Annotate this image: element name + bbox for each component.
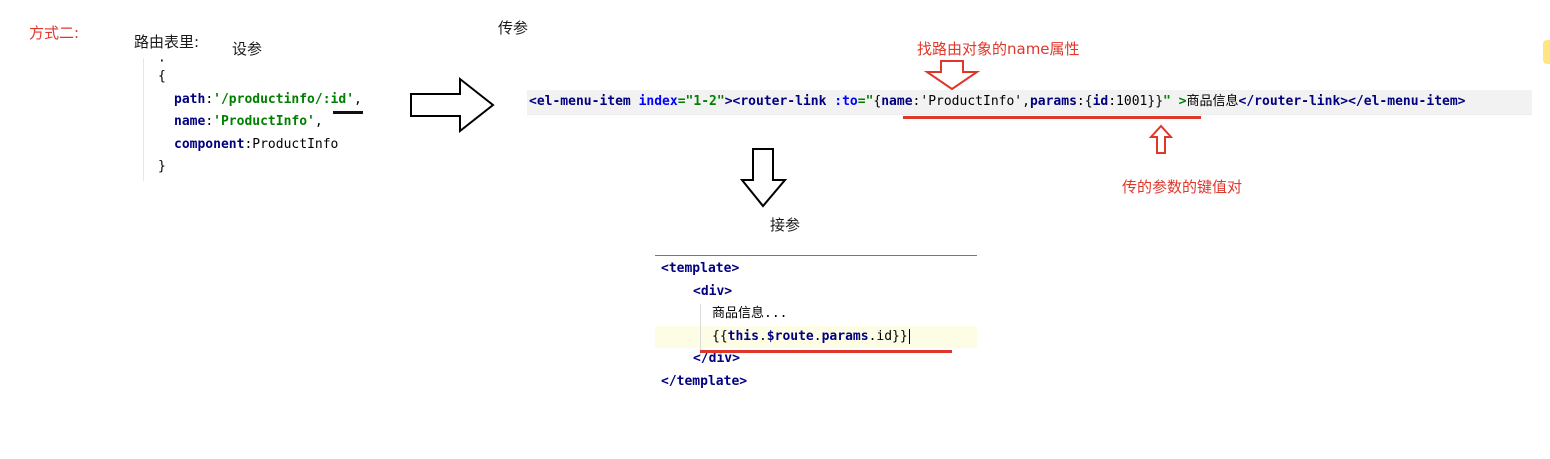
name-value: 'ProductInfo': [213, 114, 315, 129]
mustache-underline: [700, 350, 952, 353]
name-annotation: 找路由对象的name属性: [917, 40, 1080, 58]
path-suffix: ': [346, 91, 355, 107]
set-param-label: 设参: [232, 40, 263, 58]
mustache-close: }}: [892, 328, 908, 344]
code-line-component: component:ProductInfo: [174, 136, 339, 152]
close-brace: }: [158, 159, 166, 174]
code-line-name: name:'ProductInfo',: [174, 114, 323, 129]
red-up-arrow-icon: [1148, 124, 1174, 154]
component-key: component: [174, 136, 245, 152]
id-key: id: [1092, 94, 1109, 109]
mustache-open: {{: [712, 328, 728, 344]
route-table-label: 路由表里:: [134, 33, 200, 51]
name-key: name: [174, 114, 206, 129]
to-quote: =": [857, 94, 874, 109]
params-key: params: [1029, 94, 1077, 109]
el-menu-item-close: </el-menu-item>: [1348, 94, 1466, 109]
pass-param-label: 传参: [498, 19, 529, 37]
path-prefix: '/productinfo/: [213, 91, 323, 107]
template-text: 商品信息...: [712, 306, 788, 321]
tpl-line-open-template: <template>: [655, 258, 977, 281]
obj-close: }}: [1147, 94, 1164, 109]
id-underline: [333, 111, 363, 114]
down-arrow-icon: [739, 148, 788, 208]
tpl-line-open-div: <div>: [655, 281, 977, 304]
template-open: <template>: [661, 261, 740, 276]
code-line-dot: ·: [158, 54, 166, 69]
method-label: 方式二:: [29, 24, 80, 42]
el-menu-item-open: <el-menu-item: [529, 94, 631, 109]
this-keyword: this: [727, 328, 759, 344]
code-line-path: path:'/productinfo/:id',: [174, 91, 362, 107]
router-link-close: </router-link>: [1238, 94, 1349, 109]
tpl-line-text: 商品信息...: [701, 303, 977, 326]
close-angle: >: [724, 94, 733, 109]
id-value: :1001: [1108, 94, 1148, 109]
menu-code-line: <el-menu-item index="1-2"><router-link :…: [529, 94, 1466, 109]
tpl-line-mustache: {{this.$route.params.id}}: [655, 325, 977, 348]
tpl-line-close-template: </template>: [655, 371, 977, 394]
open-brace: {: [158, 69, 166, 84]
index-attr: index: [638, 94, 678, 109]
component-value: ProductInfo: [252, 136, 339, 152]
dot: .: [758, 328, 767, 344]
path-key: path: [174, 91, 206, 107]
right-arrow-icon: [410, 76, 495, 134]
code-line-open-brace: {: [144, 66, 360, 89]
router-link-open: <router-link: [732, 94, 827, 109]
id-keyword: id: [876, 328, 893, 344]
route-config-code: · { path:'/productinfo/:id', name:'Produ…: [143, 54, 362, 181]
index-value: "1-2": [685, 94, 725, 109]
receive-param-label: 接参: [770, 216, 801, 234]
template-code: <template> <div> 商品信息... {{this.$route.p…: [655, 255, 977, 406]
menu-name-value: :'ProductInfo': [912, 94, 1023, 109]
param-annotation: 传的参数的键值对: [1122, 178, 1243, 196]
menu-item-code: <el-menu-item index="1-2"><router-link :…: [527, 90, 1532, 115]
object-underline: [903, 116, 1201, 119]
path-id: :id: [322, 91, 347, 107]
params-open: :{: [1076, 94, 1093, 109]
to-attr: :to: [834, 94, 858, 109]
text-cursor: [908, 328, 918, 344]
end-quote: " >: [1163, 94, 1187, 109]
menu-name-key: name: [881, 94, 913, 109]
comma: ,: [354, 91, 362, 107]
code-line-close-brace: }: [144, 156, 360, 179]
edge-marker: [1543, 40, 1550, 64]
red-down-arrow-icon: [923, 60, 981, 91]
route-keyword: $route: [766, 328, 814, 344]
div-open: <div>: [693, 283, 733, 299]
indent-guide: [700, 304, 701, 354]
params-keyword: params: [821, 328, 869, 344]
link-text: 商品信息: [1186, 94, 1239, 109]
dot: .: [813, 328, 822, 344]
template-close: </template>: [661, 373, 748, 389]
